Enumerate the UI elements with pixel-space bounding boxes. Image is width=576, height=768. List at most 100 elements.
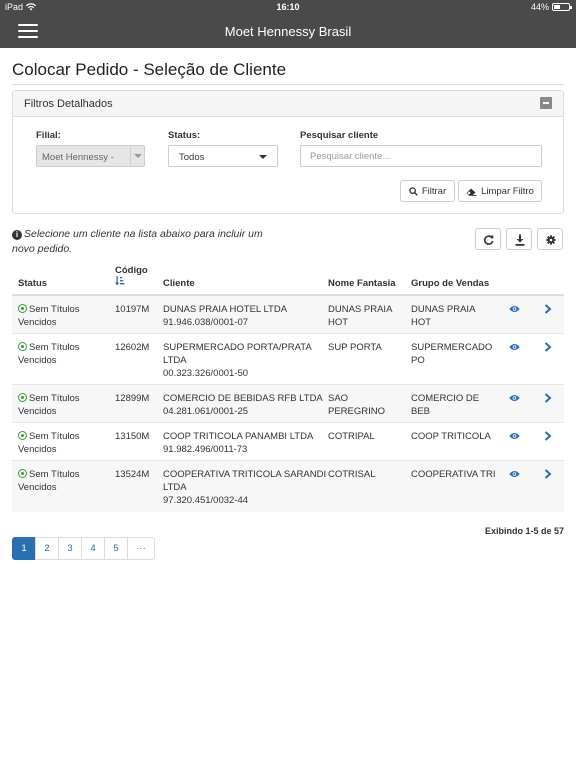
status-text: Sem Títulos <box>29 304 80 315</box>
download-button[interactable] <box>506 228 532 250</box>
chevron-right-icon[interactable] <box>544 469 552 479</box>
filter-button[interactable]: Filtrar <box>400 180 455 202</box>
fantasia-cell: SUP PORTA <box>328 342 382 353</box>
grupo-cell: COOPERATIVA TRI <box>411 469 496 480</box>
clear-filter-label: Limpar Filtro <box>481 185 534 197</box>
table-row[interactable]: Sem Títulos Vencidos 12602M SUPERMERCADO … <box>12 334 564 385</box>
search-label: Pesquisar cliente <box>300 130 379 141</box>
search-icon <box>409 186 418 196</box>
refresh-icon <box>483 235 494 245</box>
filial-select[interactable]: Moet Hennessy - <box>36 145 145 167</box>
chevron-right-icon[interactable] <box>544 431 552 441</box>
cliente-cell: COOP TRITICOLA PANAMBI LTDA 91.982.496/00… <box>163 431 314 455</box>
grupo-cell: SUPERMERCADO PO <box>411 342 493 366</box>
status-text: Sem Títulos <box>29 469 80 480</box>
fantasia-cell: DUNAS PRAIA HOT <box>328 304 393 328</box>
app-title: Moet Hennessy Brasil <box>224 24 352 39</box>
header-grupo-vendas[interactable]: Grupo de Vendas <box>411 278 489 289</box>
eye-icon[interactable] <box>509 470 520 478</box>
eye-icon[interactable] <box>509 305 520 313</box>
collapse-icon[interactable] <box>540 97 552 109</box>
caret-down-icon <box>259 155 267 159</box>
status-ok-icon <box>18 431 27 440</box>
cliente-cell: COOPERATIVA TRITICOLA SARANDI LTDA 97.320.… <box>163 469 327 506</box>
chevron-right-icon[interactable] <box>544 342 552 352</box>
chevron-right-icon[interactable] <box>544 393 552 403</box>
header-nome-fantasia[interactable]: Nome Fantasia <box>328 278 396 289</box>
eraser-icon <box>466 188 477 196</box>
status-text-2: Vencidos <box>18 406 57 417</box>
status-cell: Sem Títulos Vencidos <box>18 468 80 494</box>
page-link-3[interactable]: 3 <box>58 537 82 560</box>
status-label: Status: <box>168 130 201 141</box>
status-text-2: Vencidos <box>18 355 57 366</box>
header-cliente[interactable]: Cliente <box>163 278 195 289</box>
ios-status-bar: iPad 16:10 44% <box>0 0 576 14</box>
header-status[interactable]: Status <box>18 278 47 289</box>
clock: 16:10 <box>276 2 300 12</box>
chevron-right-icon[interactable] <box>544 304 552 314</box>
status-text: Sem Títulos <box>29 342 80 353</box>
status-right: 44% <box>530 2 572 12</box>
grupo-cell: COOP TRITICOLA <box>411 431 491 442</box>
page-title: Colocar Pedido - Seleção de Cliente <box>12 60 287 79</box>
gear-icon <box>546 235 556 245</box>
status-cell: Sem Títulos Vencidos <box>18 303 80 329</box>
table-row[interactable]: Sem Títulos Vencidos 13524M COOPERATIVA T… <box>12 461 564 512</box>
eye-icon[interactable] <box>509 394 520 402</box>
fantasia-cell: COTRIPAL <box>328 431 375 442</box>
filters-panel: Filtros Detalhados Filial: Moet Hennessy… <box>12 90 564 214</box>
eye-icon[interactable] <box>509 432 520 440</box>
clear-filter-button[interactable]: Limpar Filtro <box>458 180 542 202</box>
filters-panel-title: Filtros Detalhados <box>24 98 113 110</box>
status-ok-icon <box>18 469 27 478</box>
info-icon: i <box>12 230 22 240</box>
download-icon <box>515 234 525 246</box>
grupo-cell: COMERCIO DE BEB <box>411 393 480 417</box>
fantasia-cell: SAO PEREGRINO <box>328 393 386 417</box>
status-text: Sem Títulos <box>29 393 80 404</box>
status-select[interactable]: Todos <box>168 145 278 167</box>
page-link-more[interactable]: ··· <box>127 537 155 560</box>
status-cell: Sem Títulos Vencidos <box>18 430 80 456</box>
page-link-2[interactable]: 2 <box>35 537 59 560</box>
info-message: i Selecione um cliente na lista abaixo pa… <box>12 228 263 240</box>
settings-button[interactable] <box>537 228 563 250</box>
codigo-cell: 13150M <box>115 431 150 442</box>
status-ok-icon <box>18 393 27 402</box>
sort-ascending-icon[interactable] <box>115 276 125 286</box>
app-header: Moet Hennessy Brasil <box>0 14 576 48</box>
status-text-2: Vencidos <box>18 444 57 455</box>
page-link-5[interactable]: 5 <box>104 537 128 560</box>
filial-label: Filial: <box>36 130 61 141</box>
header-codigo[interactable]: Código <box>115 265 148 276</box>
status-text-2: Vencidos <box>18 482 57 493</box>
info-text-line1: Selecione um cliente na lista abaixo par… <box>24 228 263 240</box>
search-client-input[interactable] <box>300 145 542 167</box>
pagination: 1 2 3 4 5 ··· <box>12 537 155 560</box>
filters-panel-header[interactable]: Filtros Detalhados <box>13 91 563 117</box>
table-row[interactable]: Sem Títulos Vencidos 12899M COMERCIO DE B… <box>12 385 564 423</box>
table-row[interactable]: Sem Títulos Vencidos 13150M COOP TRITICOL… <box>12 423 564 461</box>
codigo-cell: 10197M <box>115 304 150 315</box>
codigo-cell: 12602M <box>115 342 150 353</box>
refresh-button[interactable] <box>475 228 501 250</box>
status-select-value: Todos <box>179 152 205 163</box>
status-ok-icon <box>18 304 27 313</box>
table-row[interactable]: Sem Títulos Vencidos 10197M DUNAS PRAIA H… <box>12 296 564 334</box>
table-header: Status Código Cliente Nome Fantasia Grup… <box>12 258 564 296</box>
page-link-1[interactable]: 1 <box>12 537 36 560</box>
status-text-2: Vencidos <box>18 317 57 328</box>
codigo-cell: 13524M <box>115 469 150 480</box>
filter-button-label: Filtrar <box>421 185 447 197</box>
info-text-line2: novo pedido. <box>12 243 73 255</box>
info-message-cont: novo pedido. <box>12 243 72 255</box>
cliente-cell: COMERCIO DE BEBIDAS RFB LTDA 04.281.061/0… <box>163 393 323 417</box>
page-link-4[interactable]: 4 <box>81 537 105 560</box>
chevron-down-icon <box>130 146 144 166</box>
battery-percent: 44% <box>530 2 549 12</box>
status-cell: Sem Títulos Vencidos <box>18 392 80 418</box>
eye-icon[interactable] <box>509 343 520 351</box>
status-cell: Sem Títulos Vencidos <box>18 341 80 367</box>
cliente-cell: DUNAS PRAIA HOTEL LTDA 91.946.038/0001-07 <box>163 304 288 328</box>
